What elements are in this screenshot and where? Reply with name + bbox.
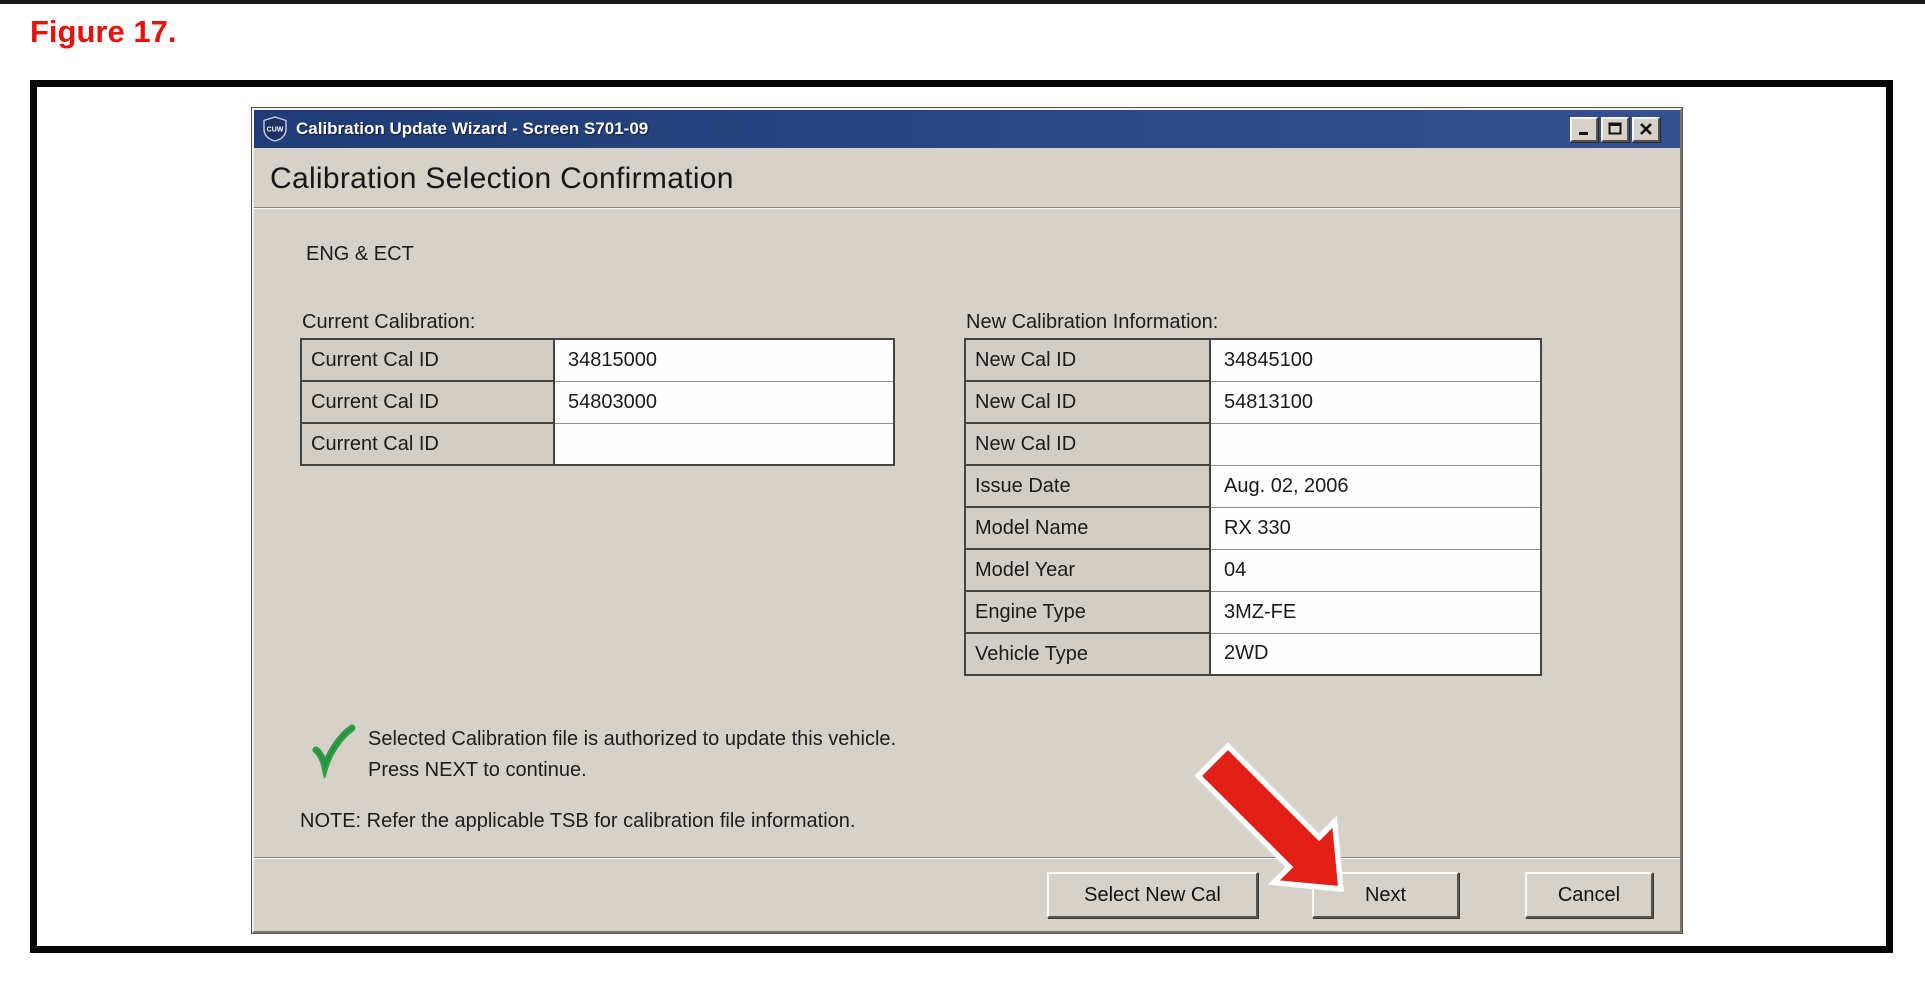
red-arrow-icon xyxy=(1185,738,1351,898)
maximize-button[interactable] xyxy=(1601,117,1629,142)
row-label-cell: Current Cal ID xyxy=(301,381,554,423)
row-label-cell: Vehicle Type xyxy=(965,633,1210,675)
cuw-shield-icon: CUW xyxy=(262,116,288,142)
calibration-update-wizard-window: CUW Calibration Update Wizard - Screen S… xyxy=(252,108,1682,933)
row-label-cell: Issue Date xyxy=(965,465,1210,507)
button-bar-separator xyxy=(254,857,1680,859)
current-calibration-section-label: Current Calibration: xyxy=(302,311,475,334)
note-text: NOTE: Refer the applicable TSB for calib… xyxy=(300,810,855,833)
row-value-cell: 2WD xyxy=(1210,633,1541,675)
table-row: Current Cal ID 54803000 xyxy=(301,381,894,423)
row-label-cell: Current Cal ID xyxy=(301,423,554,465)
window-title: Calibration Update Wizard - Screen S701-… xyxy=(296,119,1570,139)
window-titlebar[interactable]: CUW Calibration Update Wizard - Screen S… xyxy=(254,110,1680,148)
minimize-icon xyxy=(1577,122,1591,136)
minimize-button[interactable] xyxy=(1570,117,1598,142)
row-value-cell: 54813100 xyxy=(1210,381,1541,423)
table-row: Model Year 04 xyxy=(965,549,1541,591)
table-row: Engine Type 3MZ-FE xyxy=(965,591,1541,633)
window-controls xyxy=(1570,117,1660,142)
row-label-cell: Current Cal ID xyxy=(301,339,554,381)
svg-text:CUW: CUW xyxy=(267,127,284,134)
row-value-cell: 3MZ-FE xyxy=(1210,591,1541,633)
figure-caption: Figure 17. xyxy=(30,14,176,50)
row-label-cell: Engine Type xyxy=(965,591,1210,633)
row-label-cell: Model Year xyxy=(965,549,1210,591)
table-row: New Cal ID xyxy=(965,423,1541,465)
new-calibration-table: New Cal ID 34845100 New Cal ID 54813100 … xyxy=(964,338,1542,676)
table-row: Model Name RX 330 xyxy=(965,507,1541,549)
row-value-cell: 04 xyxy=(1210,549,1541,591)
page-top-rule xyxy=(0,0,1925,4)
close-icon xyxy=(1639,122,1653,136)
table-row: New Cal ID 54813100 xyxy=(965,381,1541,423)
cancel-button[interactable]: Cancel xyxy=(1525,872,1653,918)
current-calibration-table: Current Cal ID 34815000 Current Cal ID 5… xyxy=(300,338,895,466)
row-label-cell: New Cal ID xyxy=(965,339,1210,381)
green-check-icon xyxy=(310,724,358,778)
row-label-cell: New Cal ID xyxy=(965,423,1210,465)
row-value-cell: RX 330 xyxy=(1210,507,1541,549)
table-row: Current Cal ID 34815000 xyxy=(301,339,894,381)
table-row: Current Cal ID xyxy=(301,423,894,465)
row-value-cell xyxy=(554,423,894,465)
row-label-cell: Model Name xyxy=(965,507,1210,549)
heading-separator xyxy=(254,207,1680,209)
maximize-icon xyxy=(1608,122,1622,136)
row-label-cell: New Cal ID xyxy=(965,381,1210,423)
row-value-cell: 34815000 xyxy=(554,339,894,381)
row-value-cell: Aug. 02, 2006 xyxy=(1210,465,1541,507)
row-value-cell xyxy=(1210,423,1541,465)
status-text-line2: Press NEXT to continue. xyxy=(368,759,587,782)
system-label: ENG & ECT xyxy=(306,243,414,266)
table-row: New Cal ID 34845100 xyxy=(965,339,1541,381)
table-row: Issue Date Aug. 02, 2006 xyxy=(965,465,1541,507)
new-calibration-section-label: New Calibration Information: xyxy=(966,311,1218,334)
row-value-cell: 34845100 xyxy=(1210,339,1541,381)
status-text-line1: Selected Calibration file is authorized … xyxy=(368,728,896,751)
screen-heading: Calibration Selection Confirmation xyxy=(270,162,734,196)
close-button[interactable] xyxy=(1632,117,1660,142)
dialog-content: Calibration Selection Confirmation ENG &… xyxy=(254,148,1680,931)
table-row: Vehicle Type 2WD xyxy=(965,633,1541,675)
row-value-cell: 54803000 xyxy=(554,381,894,423)
